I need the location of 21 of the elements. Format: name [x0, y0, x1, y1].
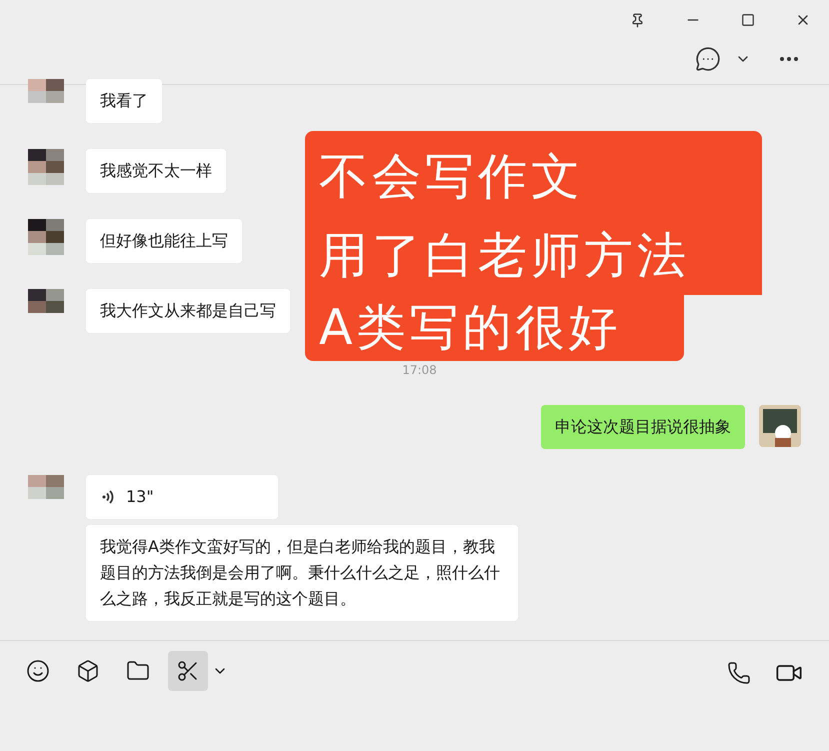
- smiley-icon: [26, 659, 50, 683]
- message-bubble: 我大作文从来都是自己写: [86, 289, 290, 333]
- message-bubble: 申论这次题目据说很抽象: [541, 405, 745, 449]
- message-bubble: 我感觉不太一样: [86, 149, 226, 193]
- sound-wave-icon: [102, 490, 114, 504]
- folder-icon: [126, 659, 150, 683]
- message-bubble: 我看了: [86, 79, 162, 123]
- timestamp: 17:08: [402, 362, 437, 377]
- banner-text: 不会写作文: [319, 147, 585, 207]
- maximize-icon[interactable]: [741, 13, 755, 27]
- message-bubble: 但好像也能往上写: [86, 219, 242, 263]
- scissors-button[interactable]: [168, 651, 208, 691]
- voice-duration: 13": [126, 486, 154, 508]
- phone-icon[interactable]: [727, 661, 751, 685]
- chat-bubble-icon[interactable]: [695, 46, 721, 72]
- banner-text: 用了白老师方法: [319, 226, 691, 286]
- message-bubble: 我觉得A类作文蛮好写的，但是白老师给我的题目，教我题目的方法我倒是会用了啊。秉什么什么之足，照什么什么之路，我反正就是写的这个题目。: [86, 525, 518, 621]
- banner-text: A类写的很好: [305, 295, 684, 361]
- cube-icon: [76, 659, 100, 683]
- voice-message[interactable]: 13": [86, 475, 278, 519]
- pin-icon[interactable]: [630, 12, 645, 28]
